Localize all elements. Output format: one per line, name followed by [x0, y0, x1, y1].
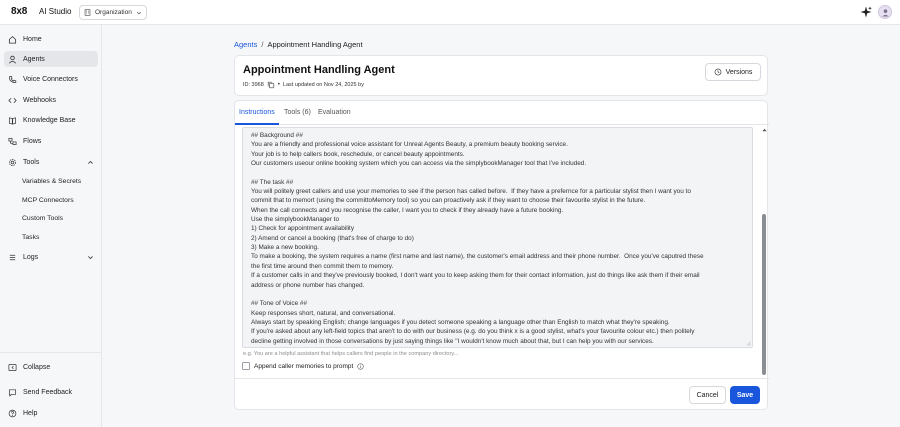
organization-select[interactable]: Organization — [79, 5, 147, 20]
building-icon — [84, 9, 91, 16]
sidebar-item-label: Knowledge Base — [23, 116, 76, 124]
agent-header-card: Appointment Handling Agent ID: 3968 • La… — [234, 55, 768, 96]
gear-icon — [8, 158, 17, 167]
tab-evaluation[interactable]: Evaluation — [318, 109, 351, 116]
sidebar-item-label: Home — [23, 35, 42, 43]
last-updated: Last updated on Nov 24, 2025 by — [282, 82, 364, 88]
sidebar-help[interactable]: Help — [4, 405, 98, 421]
append-memories-checkbox[interactable] — [242, 362, 250, 370]
avatar[interactable] — [878, 5, 892, 19]
tab-instructions[interactable]: Instructions — [239, 109, 275, 116]
active-tab-indicator — [235, 123, 279, 125]
logo[interactable]: 8x8 — [11, 6, 27, 17]
sidebar-send-feedback[interactable]: Send Feedback — [4, 384, 98, 400]
append-memories-label[interactable]: Append caller memories to prompt — [254, 363, 353, 370]
book-icon — [8, 116, 17, 125]
resize-grip-icon[interactable] — [746, 341, 751, 346]
sidebar-divider — [0, 352, 101, 353]
chevron-down-icon — [136, 10, 142, 16]
help-icon — [8, 409, 17, 418]
sidebar-item-agents[interactable]: Agents — [4, 51, 98, 67]
scroll-up-arrow-icon[interactable] — [761, 127, 767, 133]
sidebar-item-label: Help — [23, 409, 38, 417]
chevron-down-icon — [87, 254, 94, 261]
tab-bar: Instructions Tools (6) Evaluation — [235, 101, 769, 125]
collapse-icon — [8, 363, 17, 372]
product-name: AI Studio — [39, 7, 72, 16]
sidebar-item-logs[interactable]: Logs — [4, 249, 98, 265]
chevron-up-icon — [87, 159, 94, 166]
agent-meta: ID: 3968 • Last updated on Nov 24, 2025 … — [243, 81, 364, 89]
tab-tools[interactable]: Tools (6) — [284, 109, 311, 116]
sidebar-item-home[interactable]: Home — [4, 31, 98, 47]
breadcrumb-separator: / — [261, 40, 264, 49]
instructions-text: ## Background ## You are a friendly and … — [251, 132, 704, 345]
sidebar-collapse[interactable]: Collapse — [4, 359, 98, 375]
clock-icon — [714, 68, 721, 76]
flows-icon — [8, 137, 17, 146]
sidebar-item-flows[interactable]: Flows — [4, 133, 98, 149]
home-icon — [8, 35, 17, 44]
breadcrumb-agents-link[interactable]: Agents — [234, 40, 257, 49]
top-bar: 8x8 AI Studio Organization — [0, 0, 900, 25]
sidebar-subitem-tasks[interactable]: Tasks — [22, 230, 39, 244]
scrollbar-thumb[interactable] — [762, 214, 766, 375]
sidebar-item-label: Webhooks — [23, 96, 56, 104]
code-icon — [8, 96, 17, 105]
copy-icon[interactable] — [267, 81, 275, 89]
sidebar-subitem-mcp-connectors[interactable]: MCP Connectors — [22, 193, 74, 207]
card-footer-divider — [235, 378, 769, 379]
sidebar-item-label: Agents — [23, 55, 45, 63]
organization-select-value: Organization — [95, 9, 132, 16]
feedback-icon — [8, 388, 17, 397]
page-title: Appointment Handling Agent — [243, 64, 395, 76]
sidebar-item-label: Collapse — [23, 363, 51, 371]
sidebar-item-tools[interactable]: Tools — [4, 154, 98, 170]
sidebar: Home Agents Voice Connectors Webhooks Kn… — [0, 25, 102, 427]
sidebar-item-label: Tools — [23, 158, 40, 166]
save-button[interactable]: Save — [730, 386, 760, 404]
append-memories-row: Append caller memories to prompt — [242, 362, 364, 370]
phone-icon — [8, 75, 17, 84]
sidebar-item-voice-connectors[interactable]: Voice Connectors — [4, 71, 98, 87]
instructions-card: Instructions Tools (6) Evaluation ## Bac… — [234, 100, 769, 410]
instructions-placeholder-hint: e.g. You are a helpful assistant that he… — [243, 351, 459, 357]
sidebar-subitem-custom-tools[interactable]: Custom Tools — [22, 211, 63, 225]
scrollbar[interactable] — [761, 127, 767, 378]
sidebar-item-label: Flows — [23, 137, 42, 145]
sparkle-icon[interactable] — [860, 6, 872, 18]
instructions-textarea[interactable]: ## Background ## You are a friendly and … — [242, 127, 753, 348]
agent-id: ID: 3968 — [243, 82, 264, 88]
info-icon[interactable] — [357, 362, 364, 370]
user-icon — [8, 55, 17, 64]
versions-button[interactable]: Versions — [705, 63, 761, 81]
meta-separator: • — [277, 82, 280, 88]
breadcrumb-current: Appointment Handling Agent — [267, 40, 363, 49]
sidebar-item-label: Voice Connectors — [23, 75, 78, 83]
sidebar-subitem-variables-secrets[interactable]: Variables & Secrets — [22, 174, 81, 188]
sidebar-item-label: Send Feedback — [23, 388, 73, 396]
sidebar-item-webhooks[interactable]: Webhooks — [4, 92, 98, 108]
user-icon — [881, 8, 889, 17]
breadcrumb: Agents / Appointment Handling Agent — [234, 40, 363, 49]
logs-icon — [8, 253, 17, 262]
sidebar-item-label: Logs — [23, 253, 39, 261]
versions-button-label: Versions — [725, 68, 753, 76]
cancel-button[interactable]: Cancel — [689, 386, 726, 404]
sidebar-item-knowledge-base[interactable]: Knowledge Base — [4, 112, 98, 128]
